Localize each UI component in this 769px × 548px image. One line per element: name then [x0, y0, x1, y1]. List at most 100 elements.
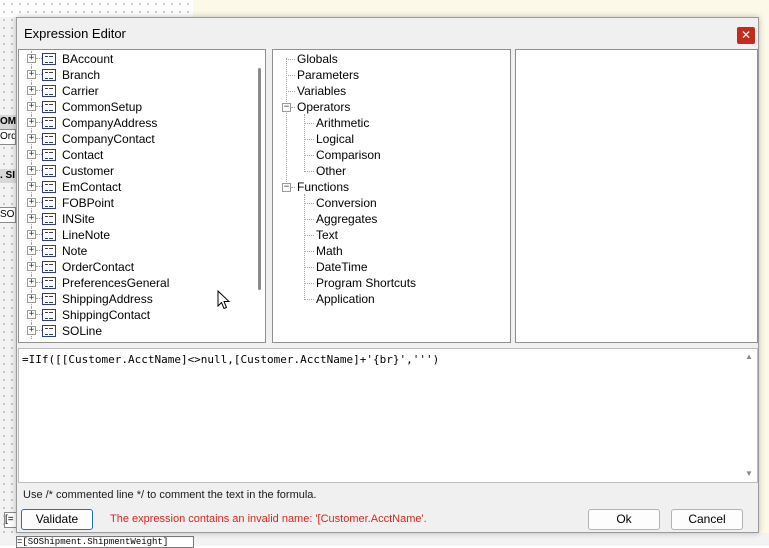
table-icon [42, 229, 56, 241]
tree-connector [291, 187, 295, 188]
functions-tree-item[interactable]: DateTime [316, 260, 368, 274]
expression-editor-dialog: Expression Editor ✕ + BAccount + Branch + Car… [16, 17, 759, 533]
objects-tree-item[interactable]: + FOBPoint [19, 195, 251, 211]
expression-text[interactable]: =IIf([[Customer.AcctName]<>null,[Custome… [22, 353, 439, 366]
expand-icon[interactable]: + [27, 326, 36, 335]
table-icon [42, 85, 56, 97]
objects-tree-item[interactable]: + EmContact [19, 179, 251, 195]
objects-tree-item[interactable]: + OrderContact [19, 259, 251, 275]
objects-tree-item[interactable]: + LineNote [19, 227, 251, 243]
objects-tree-item-label: OrderContact [62, 260, 135, 274]
tree-connector [286, 59, 295, 60]
expand-icon[interactable]: + [27, 134, 36, 143]
expand-icon[interactable]: + [27, 118, 36, 127]
expression-editor-textarea[interactable]: =IIf([[Customer.AcctName]<>null,[Custome… [18, 348, 758, 483]
tree-connector [304, 139, 314, 140]
designer-canvas-right-column [759, 0, 769, 546]
expand-icon[interactable]: + [27, 214, 36, 223]
ok-button[interactable]: Ok [588, 509, 660, 530]
functions-tree-item[interactable]: Conversion [316, 196, 377, 210]
objects-tree-item[interactable]: + CompanyAddress [19, 115, 251, 131]
functions-tree-item[interactable]: Operators [297, 100, 350, 114]
table-icon [42, 293, 56, 305]
objects-tree-item[interactable]: + Contact [19, 147, 251, 163]
objects-tree-item[interactable]: + Carrier [19, 83, 251, 99]
objects-tree-item[interactable]: + CompanyContact [19, 131, 251, 147]
functions-tree-item[interactable]: Program Shortcuts [316, 276, 416, 290]
functions-tree-item[interactable]: Math [316, 244, 343, 258]
expand-icon[interactable]: + [27, 70, 36, 79]
objects-tree-item[interactable]: + Note [19, 243, 251, 259]
expand-icon[interactable]: + [27, 166, 36, 175]
objects-tree-item-label: ShippingContact [62, 308, 151, 322]
expand-icon[interactable]: + [27, 262, 36, 271]
tree-connector [286, 75, 295, 76]
scroll-up-icon[interactable]: ▲ [743, 352, 755, 362]
expand-icon[interactable]: + [27, 294, 36, 303]
designer-side-field: SO [0, 207, 16, 223]
objects-tree-item[interactable]: + BAccount [19, 51, 251, 67]
objects-tree-item[interactable]: + Branch [19, 67, 251, 83]
functions-tree-item[interactable]: Application [316, 292, 375, 306]
expand-icon[interactable]: + [27, 54, 36, 63]
collapse-icon[interactable]: − [282, 183, 291, 192]
functions-tree-item[interactable]: Text [316, 228, 338, 242]
table-icon [42, 197, 56, 209]
objects-tree-item-label: CompanyContact [62, 132, 155, 146]
expand-icon[interactable]: + [27, 182, 36, 191]
table-icon [42, 309, 56, 321]
functions-tree-item[interactable]: Other [316, 164, 346, 178]
functions-tree-item[interactable]: Functions [297, 180, 349, 194]
comment-hint: Use /* commented line */ to comment the … [23, 489, 317, 501]
dialog-title: Expression Editor [24, 26, 126, 41]
objects-tree-item[interactable]: + CommonSetup [19, 99, 251, 115]
table-icon [42, 101, 56, 113]
objects-tree-item-label: CommonSetup [62, 100, 143, 114]
functions-tree-item[interactable]: Logical [316, 132, 354, 146]
functions-tree-item[interactable]: Parameters [297, 68, 359, 82]
objects-tree-item[interactable]: + INSite [19, 211, 251, 227]
objects-tree-item-label: INSite [62, 212, 95, 226]
designer-canvas-right [193, 0, 769, 17]
tree-connector [304, 203, 314, 204]
tree-connector [286, 91, 295, 92]
scroll-down-icon[interactable]: ▼ [743, 469, 755, 479]
tree-connector [304, 267, 314, 268]
table-icon [42, 165, 56, 177]
expand-icon[interactable]: + [27, 150, 36, 159]
functions-tree-item[interactable]: Globals [297, 52, 338, 66]
tree-connector [304, 283, 314, 284]
tree-connector [304, 219, 314, 220]
tree-connector [304, 155, 314, 156]
table-icon [42, 277, 56, 289]
collapse-icon[interactable]: − [282, 103, 291, 112]
tree-connector [304, 194, 305, 300]
designer-canvas-left [0, 0, 16, 546]
functions-tree-panel[interactable]: Globals Parameters Variables − Operators Arit… [272, 49, 511, 343]
description-panel [515, 49, 758, 343]
expand-icon[interactable]: + [27, 102, 36, 111]
functions-tree-item[interactable]: Variables [297, 84, 346, 98]
objects-tree-item[interactable]: + SOLine [19, 323, 251, 339]
functions-tree-item[interactable]: Comparison [316, 148, 381, 162]
objects-tree-scrollbar[interactable] [258, 68, 261, 290]
expand-icon[interactable]: + [27, 230, 36, 239]
expand-icon[interactable]: + [27, 310, 36, 319]
validate-button[interactable]: Validate [21, 509, 93, 530]
tree-connector [286, 58, 287, 186]
expand-icon[interactable]: + [27, 246, 36, 255]
tree-connector [291, 107, 295, 108]
objects-tree-item[interactable]: + PreferencesGeneral [19, 275, 251, 291]
objects-tree-item-label: Customer [62, 164, 115, 178]
tree-connector [304, 123, 314, 124]
expand-icon[interactable]: + [27, 198, 36, 207]
functions-tree-item[interactable]: Aggregates [316, 212, 377, 226]
functions-tree-item[interactable]: Arithmetic [316, 116, 369, 130]
tree-connector [304, 235, 314, 236]
objects-tree-item[interactable]: + Customer [19, 163, 251, 179]
expand-icon[interactable]: + [27, 278, 36, 287]
cancel-button[interactable]: Cancel [671, 509, 743, 530]
close-button[interactable]: ✕ [737, 27, 755, 44]
table-icon [42, 149, 56, 161]
expand-icon[interactable]: + [27, 86, 36, 95]
